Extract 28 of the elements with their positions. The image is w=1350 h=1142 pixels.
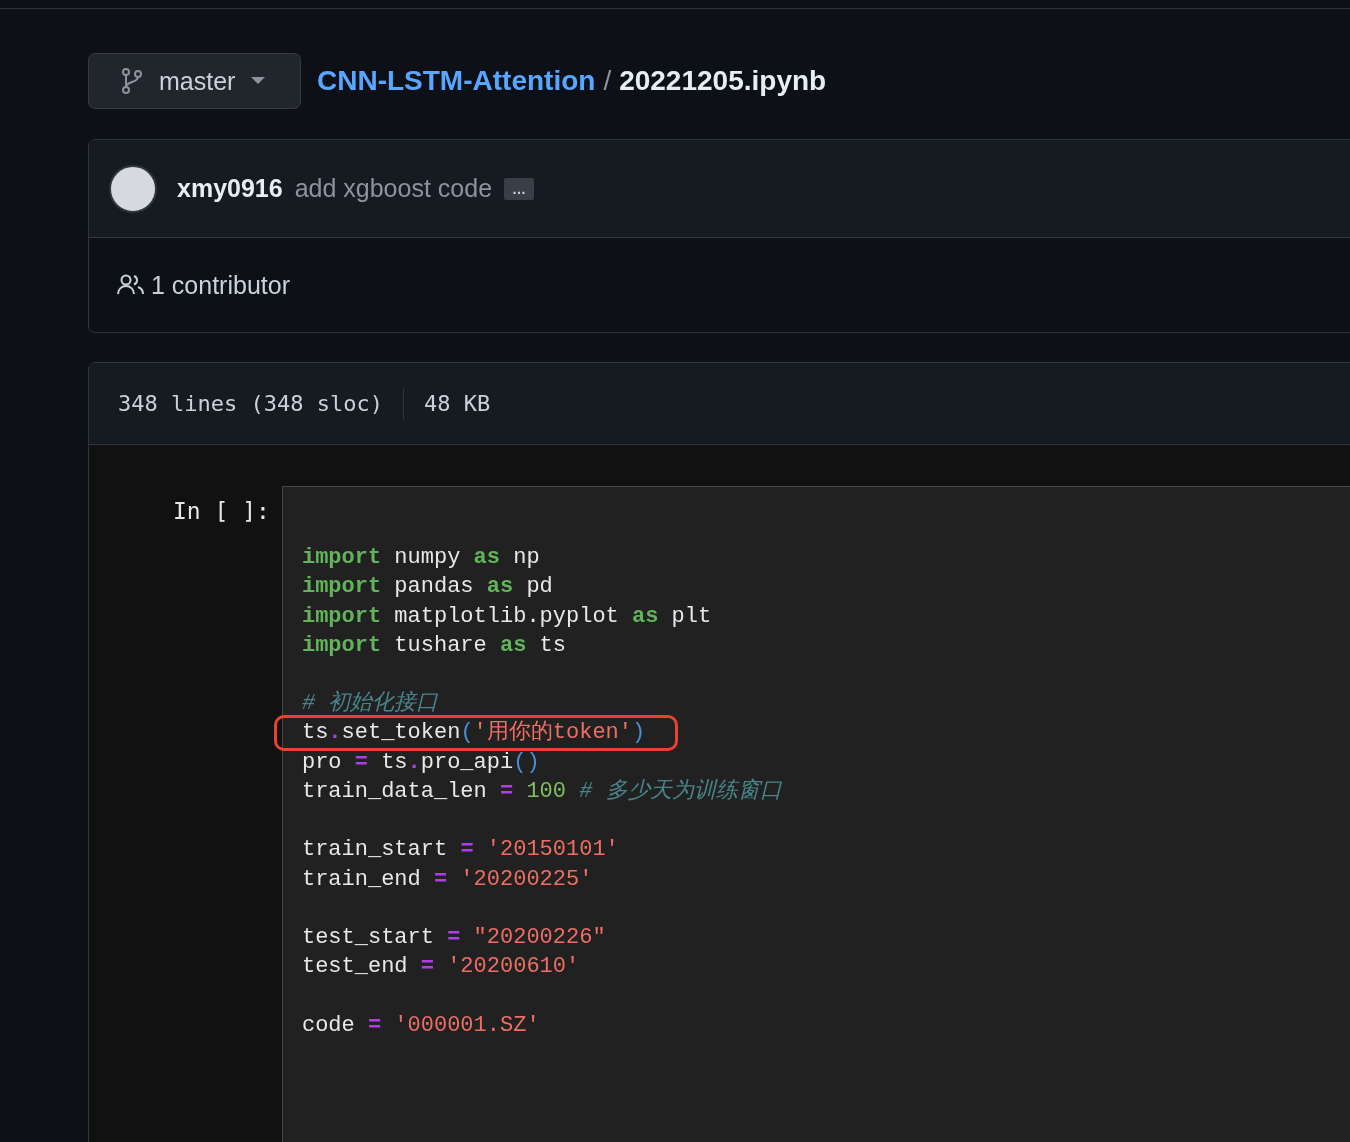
path-separator: / xyxy=(603,65,612,97)
code-line: train_end = '20200225' xyxy=(301,865,593,894)
code-line: train_start = '20150101' xyxy=(301,836,619,865)
code-line: test_start = "20200226" xyxy=(301,923,606,952)
repo-link[interactable]: CNN-LSTM-Attention xyxy=(317,65,596,97)
people-icon xyxy=(117,274,145,296)
code-line: import pandas as pd xyxy=(301,573,553,602)
cell-prompt: In [ ]: xyxy=(173,498,270,524)
code-line: pro = ts.pro_api() xyxy=(301,748,540,777)
line-count: 348 lines (348 sloc) xyxy=(118,391,383,416)
code-line: import matplotlib.pyplot as plt xyxy=(301,602,712,631)
commit-message: add xgboost code xyxy=(294,174,493,203)
caret-icon xyxy=(251,77,266,85)
author-link[interactable]: xmy0916 xyxy=(177,174,283,203)
branch-icon xyxy=(121,68,143,94)
code-line: # 初始化接口 xyxy=(301,689,439,719)
more-button[interactable]: … xyxy=(504,177,535,200)
code-line: train_data_len = 100 # 多少天为训练窗口 xyxy=(301,777,782,807)
code-line: test_end = '20200610' xyxy=(301,953,580,982)
file-size: 48 KB xyxy=(423,391,491,416)
code-line: import tushare as ts xyxy=(301,631,566,660)
branch-button[interactable]: master xyxy=(88,53,301,109)
code-line: import numpy as np xyxy=(301,544,540,572)
contributors-link[interactable]: 1 contributor xyxy=(151,270,290,300)
file-name: 20221205.ipynb xyxy=(619,65,827,97)
avatar xyxy=(109,164,157,213)
code-line: ts.set_token('用你的token') xyxy=(276,718,676,748)
code-line: code = '000001.SZ' xyxy=(301,1011,540,1040)
